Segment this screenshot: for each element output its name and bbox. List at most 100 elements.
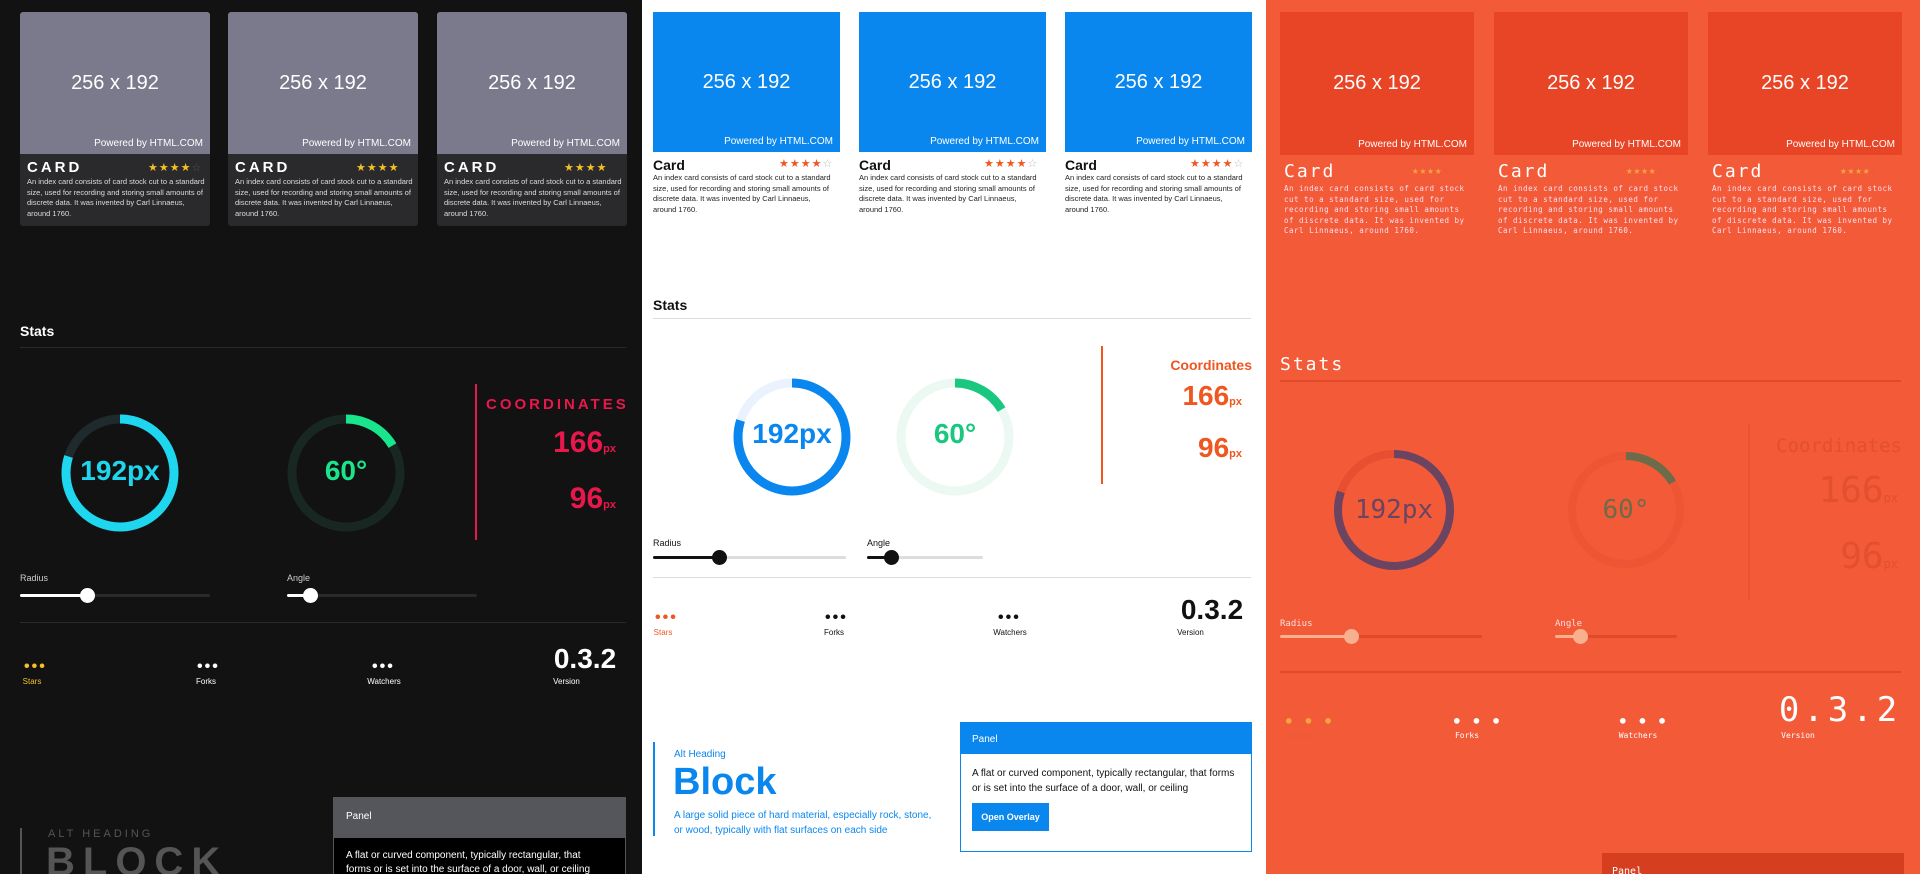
radius-value: 192px	[80, 455, 160, 486]
powered-by-label: Powered by HTML.COM	[1786, 139, 1895, 150]
image-size-label: 256 x 192	[908, 70, 997, 93]
powered-by-label: Powered by HTML.COM	[1358, 139, 1467, 150]
card-image[interactable]: 256 x 192 Powered by HTML.COM	[653, 12, 840, 152]
radius-slider-fill	[1280, 635, 1352, 638]
card-image[interactable]: 256 x 192 Powered by HTML.COM	[1494, 12, 1688, 155]
card-image[interactable]: 256 x 192 Powered by HTML.COM	[859, 12, 1046, 152]
coordinate-x: 166px	[553, 426, 616, 459]
red-theme-panel: 256 x 192 Powered by HTML.COM Card ★★★★☆…	[1266, 0, 1920, 874]
section-heading: Stats	[20, 323, 55, 339]
card-title: Card	[859, 157, 891, 173]
coordinate-x: 166px	[1182, 380, 1242, 411]
card-text: An index card consists of card stock cut…	[235, 177, 413, 218]
radius-slider[interactable]	[653, 550, 846, 565]
powered-by-label: Powered by HTML.COM	[724, 136, 833, 147]
divider	[653, 577, 1251, 578]
watchers-label: Watchers	[1618, 731, 1658, 740]
image-size-label: 256 x 192	[1333, 72, 1421, 94]
card-title: CARD	[27, 159, 83, 176]
radius-slider-thumb[interactable]	[712, 550, 727, 565]
coordinate-y: 96px	[1198, 432, 1242, 463]
divider	[1280, 380, 1901, 382]
image-size-label: 256 x 192	[279, 71, 367, 94]
card-title: Card	[653, 157, 685, 173]
card-title: CARD	[235, 159, 291, 176]
card-image[interactable]: 256 x 192 Powered by HTML.COM	[1065, 12, 1252, 152]
dark-theme-panel: 256 x 192 Powered by HTML.COM CARD ★★★★☆…	[0, 0, 642, 874]
version-value: 0.3.2	[553, 643, 617, 674]
stars-label: Stars	[653, 628, 673, 637]
panel-text: A flat or curved component, typically re…	[972, 768, 1235, 794]
card-text: An index card consists of card stock cut…	[653, 173, 831, 214]
radius-slider-label: Radius	[20, 573, 49, 583]
angle-slider-thumb[interactable]	[884, 550, 899, 565]
card-image[interactable]: 256 x 192 Powered by HTML.COM	[1708, 12, 1902, 155]
coordinate-x: 166px	[1818, 470, 1898, 511]
powered-by-label: Powered by HTML.COM	[1572, 139, 1681, 150]
angle-slider-thumb[interactable]	[1573, 629, 1588, 644]
powered-by-label: Powered by HTML.COM	[1136, 136, 1245, 147]
version-label: Version	[1177, 628, 1204, 637]
coordinates-title: Coordinates	[1170, 357, 1252, 373]
divider	[653, 318, 1251, 319]
panel-header	[1602, 853, 1904, 874]
angle-slider[interactable]	[867, 550, 983, 565]
coordinates-divider	[475, 384, 477, 540]
forks-dots-icon[interactable]: •••	[825, 609, 848, 627]
block-title: Block	[673, 761, 777, 803]
powered-by-label: Powered by HTML.COM	[511, 138, 620, 149]
rating-stars: ★★★★	[564, 162, 608, 174]
coordinates-title: COORDINATES	[486, 396, 629, 413]
radius-slider[interactable]	[1280, 629, 1482, 644]
version-value: 0.3.2	[1778, 690, 1902, 730]
radius-value: 192px	[752, 418, 832, 449]
version-label: Version	[553, 677, 580, 686]
coordinate-y: 96px	[1840, 536, 1898, 577]
card-text: An index card consists of card stock cut…	[1498, 184, 1679, 235]
forks-label: Forks	[196, 677, 216, 686]
card-title: Card	[1284, 161, 1336, 182]
stars-dots-icon[interactable]: •••	[24, 658, 47, 676]
block-accent-bar	[653, 742, 655, 836]
card-image[interactable]: 256 x 192 Powered by HTML.COM	[1280, 12, 1474, 155]
angle-slider-thumb[interactable]	[303, 588, 318, 603]
powered-by-label: Powered by HTML.COM	[302, 138, 411, 149]
stars-dots-icon[interactable]: •••	[655, 609, 678, 627]
card-title: CARD	[444, 159, 500, 176]
card-text: An index card consists of card stock cut…	[444, 177, 622, 218]
radius-value: 192px	[1354, 495, 1434, 525]
coordinates-divider	[1748, 424, 1750, 600]
watchers-dots-icon[interactable]: •••	[1618, 712, 1677, 731]
rating-stars: ★★★★☆	[1626, 164, 1665, 177]
stars-dots-icon[interactable]: •••	[1284, 712, 1343, 731]
watchers-dots-icon[interactable]: •••	[372, 658, 395, 676]
card-text: An index card consists of card stock cut…	[27, 177, 205, 218]
card-text: An index card consists of card stock cut…	[1712, 184, 1893, 235]
rating-stars: ★★★★☆	[984, 158, 1039, 170]
watchers-dots-icon[interactable]: •••	[998, 609, 1021, 627]
forks-dots-icon[interactable]: •••	[1452, 712, 1511, 731]
angle-slider[interactable]	[287, 588, 477, 603]
light-theme-panel: 256 x 192 Powered by HTML.COM Card ★★★★☆…	[642, 0, 1266, 874]
angle-slider[interactable]	[1555, 629, 1677, 644]
radius-slider[interactable]	[20, 588, 210, 603]
open-overlay-button[interactable]: Open Overlay	[972, 803, 1049, 831]
forks-dots-icon[interactable]: •••	[197, 658, 220, 676]
card-title: Card	[1065, 157, 1097, 173]
image-size-label: 256 x 192	[488, 71, 576, 94]
image-size-label: 256 x 192	[71, 71, 159, 94]
panel-title: Panel	[346, 811, 372, 822]
radius-slider-thumb[interactable]	[1344, 629, 1359, 644]
section-heading: Stats	[653, 297, 688, 313]
watchers-label: Watchers	[993, 628, 1027, 637]
radius-slider-label: Radius	[653, 538, 682, 548]
block-text: A large solid piece of hard material, es…	[674, 810, 932, 836]
card-title: Card	[1498, 161, 1550, 182]
panel-title: Panel	[1612, 866, 1643, 874]
powered-by-label: Powered by HTML.COM	[930, 136, 1039, 147]
radius-slider-thumb[interactable]	[80, 588, 95, 603]
rating-stars: ★★★★☆	[779, 158, 834, 170]
panel-header	[334, 798, 625, 838]
card-text: An index card consists of card stock cut…	[1065, 173, 1243, 214]
angle-slider-label: Angle	[287, 573, 311, 583]
